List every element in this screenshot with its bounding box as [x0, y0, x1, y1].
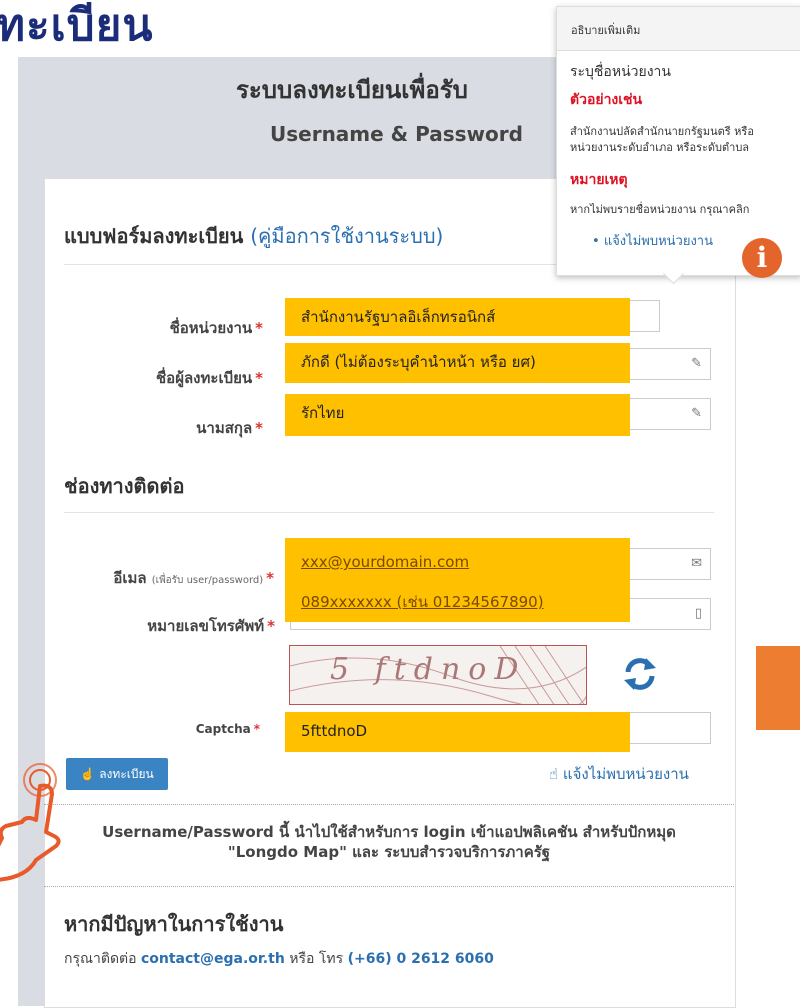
hand-pointer-icon: ☝ — [549, 765, 559, 783]
help-phone-link[interactable]: (+66) 0 2612 6060 — [348, 951, 494, 967]
required-mark: * — [255, 319, 263, 337]
captcha-value[interactable]: 5fttdnoD — [285, 712, 630, 752]
help-or-phone: หรือ โทร — [289, 951, 344, 967]
agency-value[interactable]: สำนักงานรัฐบาลอิเล็กทรอนิกส์ — [285, 298, 630, 336]
phone-label: หมายเลขโทรศัพท์ * — [80, 614, 275, 638]
envelope-icon: ✉ — [691, 556, 702, 571]
help-title: หากมีปัญหาในการใช้งาน — [64, 912, 284, 936]
required-mark: * — [255, 419, 263, 437]
required-mark: * — [255, 369, 263, 387]
contact-section-title: ช่องทางติดต่อ — [64, 474, 185, 498]
captcha-text: 5 ftdnoD — [330, 652, 527, 687]
popover-example-line2: หน่วยงานระดับอำเภอ หรือระดับตำบล — [570, 141, 750, 154]
firstname-label: ชื่อผู้ลงทะเบียน * — [100, 366, 263, 390]
divider — [64, 512, 714, 513]
email-label: อีเมล (เพื่อรับ user/password) * — [64, 566, 274, 590]
divider — [44, 886, 734, 887]
usage-note: Username/Password นี้ นำไปใช้สำหรับการ l… — [64, 822, 714, 862]
popover-note-text: หากไม่พบรายชื่อหน่วยงาน กรุณาคลิก — [570, 203, 750, 216]
required-mark: * — [267, 617, 275, 635]
agency-label-text: ชื่อหน่วยงาน — [169, 319, 253, 337]
popover-title: ระบุชื่อหน่วยงาน — [570, 64, 671, 80]
captcha-label-text: Captcha — [195, 722, 251, 736]
header-subtitle: Username & Password — [270, 122, 523, 146]
lastname-label-text: นามสกุล — [196, 419, 253, 437]
popover-example-heading: ตัวอย่างเช่น — [570, 92, 643, 108]
help-email-link[interactable]: contact@ega.or.th — [141, 951, 285, 967]
hand-pointer-icon — [0, 763, 61, 882]
firstname-label-text: ชื่อผู้ลงทะเบียน — [156, 369, 253, 387]
popover-example-line1: สำนักงานปลัดสำนักนายกรัฐมนตรี หรือ — [570, 125, 754, 138]
required-mark: * — [253, 722, 260, 736]
required-mark: * — [266, 569, 274, 587]
captcha-label: Captcha * — [150, 722, 260, 736]
email-note: (เพื่อรับ user/password) — [151, 575, 264, 586]
header-title: ระบบลงทะเบียนเพื่อรับ — [236, 76, 468, 104]
popover-report-item-text: แจ้งไม่พบหน่วยงาน — [603, 234, 713, 249]
register-button-label: ลงทะเบียน — [99, 766, 154, 781]
agency-label: ชื่อหน่วยงาน * — [100, 316, 263, 340]
report-agency-link[interactable]: ☝ แจ้งไม่พบหน่วยงาน — [549, 762, 689, 786]
page-big-title: ทะเบียน — [0, 0, 154, 51]
hand-pointer-icon: ☝ — [80, 767, 96, 781]
form-heading: แบบฟอร์มลงทะเบียน (คู่มือการใช้งานระบบ) — [64, 220, 443, 252]
phone-icon: ▯ — [694, 606, 702, 621]
email-label-text: อีเมล — [113, 569, 147, 587]
side-tab[interactable] — [756, 646, 800, 730]
help-contact: กรุณาติดต่อ contact@ega.or.th หรือ โทร (… — [64, 948, 494, 970]
usage-note-line2: "Longdo Map" และ ระบบสำรวจบริการภาครัฐ — [227, 843, 551, 861]
form-heading-text: แบบฟอร์มลงทะเบียน — [64, 224, 244, 248]
email-phone-highlight: xxx@yourdomain.com 089xxxxxxx (เช่น 0123… — [285, 538, 630, 622]
edit-icon: ✎ — [691, 356, 702, 371]
divider — [44, 804, 734, 805]
edit-icon: ✎ — [691, 406, 702, 421]
popover-report-item[interactable]: • แจ้งไม่พบหน่วยงาน — [592, 234, 713, 250]
phone-label-text: หมายเลขโทรศัพท์ — [147, 617, 265, 635]
email-value[interactable]: xxx@yourdomain.com — [301, 553, 469, 571]
refresh-icon[interactable] — [622, 656, 658, 692]
info-icon[interactable]: i — [742, 238, 782, 278]
captcha-image: 5 ftdnoD — [289, 645, 587, 705]
report-agency-link-text: แจ้งไม่พบหน่วยงาน — [562, 765, 689, 783]
lastname-label: นามสกุล * — [100, 416, 263, 440]
lastname-value[interactable]: รักไทย — [285, 394, 630, 436]
phone-value[interactable]: 089xxxxxxx (เช่น 01234567890) — [301, 593, 544, 611]
popover-header: อธิบายเพิ่มเติม — [557, 7, 800, 51]
popover-note-heading: หมายเหตุ — [570, 172, 628, 188]
manual-link[interactable]: (คู่มือการใช้งานระบบ) — [250, 224, 443, 248]
usage-note-line1: Username/Password นี้ นำไปใช้สำหรับการ l… — [102, 823, 676, 841]
register-button[interactable]: ☝ ลงทะเบียน — [66, 758, 168, 790]
firstname-value[interactable]: ภักดี (ไม่ต้องระบุคำนำหน้า หรือ ยศ) — [285, 343, 630, 383]
help-contact-prefix: กรุณาติดต่อ — [64, 951, 137, 967]
